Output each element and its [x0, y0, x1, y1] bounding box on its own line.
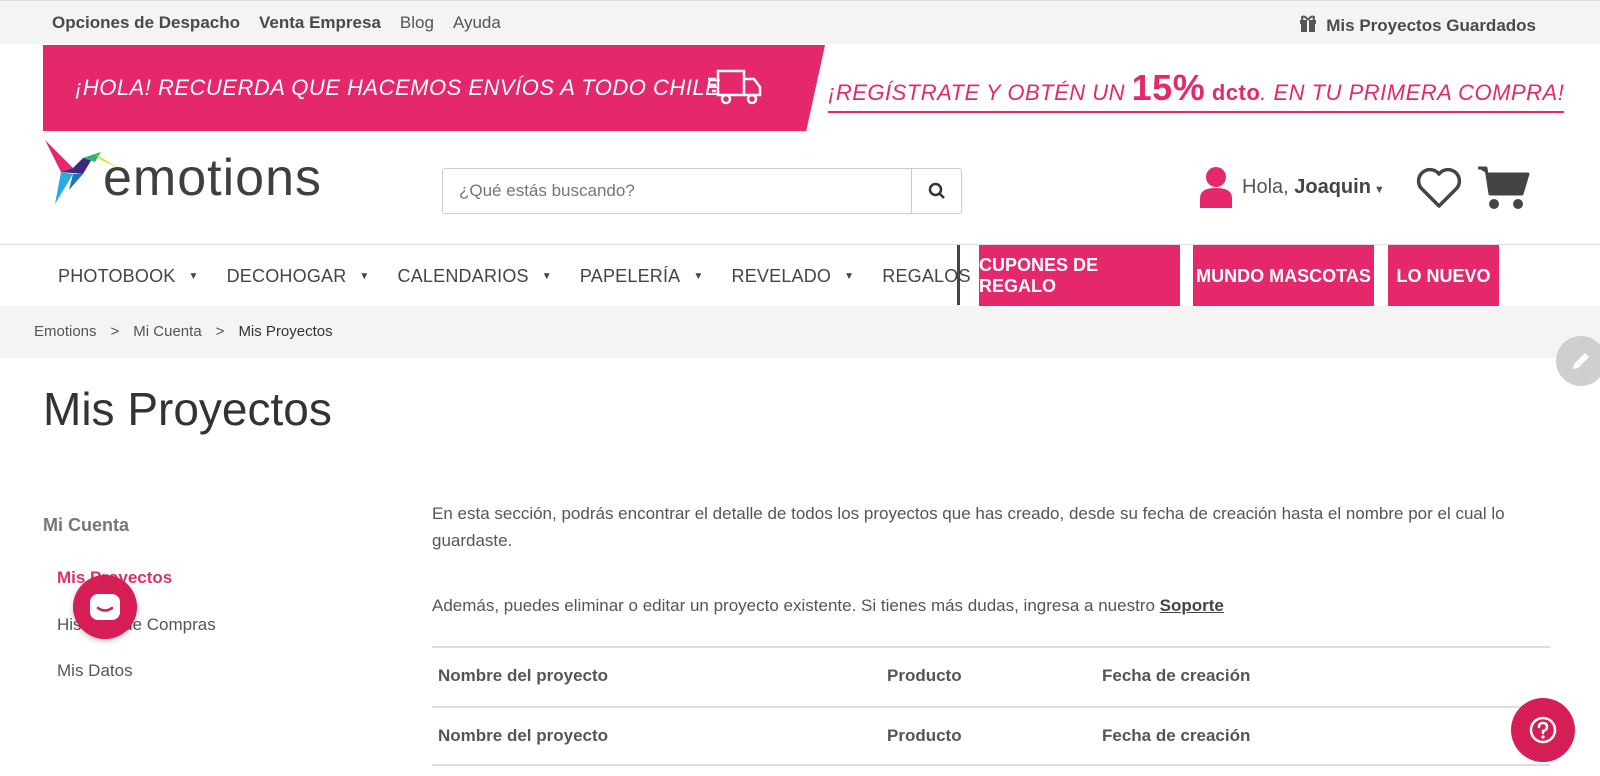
caret-down-icon: ▼ — [359, 271, 370, 282]
table-cell-nombre: Nombre del proyecto — [438, 726, 609, 745]
caret-down-icon: ▼ — [188, 271, 199, 282]
search-button[interactable] — [911, 169, 961, 213]
gift-icon — [1298, 13, 1318, 38]
emotions-logo[interactable]: emotions — [43, 138, 343, 208]
promo-banner[interactable]: ¡HOLA! RECUERDA QUE HACEMOS ENVÍOS A TOD… — [43, 45, 1565, 131]
wishlist-button[interactable] — [1415, 166, 1463, 215]
nav-cupones-de-regalo[interactable]: CUPONES DE REGALO — [979, 245, 1180, 307]
column-header-fecha[interactable]: Fecha de creación — [1102, 666, 1250, 686]
sidebar-item-mis-datos[interactable]: Mis Datos — [57, 661, 133, 681]
link-blog[interactable]: Blog — [400, 13, 434, 33]
nav-label: PAPELERÍA — [579, 266, 681, 286]
sidebar-heading: Mi Cuenta — [43, 515, 130, 535]
page-title: Mis Proyectos — [43, 383, 332, 435]
nav-label: DECOHOGAR — [226, 266, 347, 286]
promo-register-post: . EN TU PRIMERA COMPRA! — [1260, 80, 1565, 105]
nav-lo-nuevo[interactable]: LO NUEVO — [1388, 245, 1499, 307]
user-name: Joaquin — [1294, 175, 1371, 198]
nav-items: PHOTOBOOK ▼ DECOHOGAR ▼ CALENDARIOS ▼ PAPEL… — [58, 266, 1022, 287]
link-opciones-despacho[interactable]: Opciones de Despacho — [52, 13, 240, 33]
breadcrumb-emotions[interactable]: Emotions — [34, 323, 97, 340]
cart-button[interactable] — [1476, 164, 1532, 217]
cart-icon — [1478, 166, 1530, 209]
saved-projects-label: Mis Proyectos Guardados — [1326, 15, 1536, 35]
chat-icon — [90, 594, 120, 620]
account-sidebar: Mi Cuenta Mis Proyectos Historial de Com… — [43, 515, 216, 680]
nav-label: PHOTOBOOK — [58, 266, 176, 286]
search-icon — [928, 182, 945, 199]
table-header-row: Nombre del proyecto Producto Fecha de cr… — [432, 646, 1550, 706]
nav-mundo-mascotas[interactable]: MUNDO MASCOTAS — [1193, 245, 1374, 307]
chat-button[interactable] — [73, 575, 137, 639]
promo-shipping: ¡HOLA! RECUERDA QUE HACEMOS ENVÍOS A TOD… — [43, 45, 825, 131]
table-cell-producto: Producto — [887, 726, 962, 745]
projects-description: En esta sección, podrás encontrar el det… — [432, 500, 1550, 615]
search-bar — [442, 168, 962, 214]
breadcrumb-separator: > — [215, 323, 225, 340]
nav-photobook[interactable]: PHOTOBOOK ▼ — [58, 266, 199, 287]
nav-decohogar[interactable]: DECOHOGAR ▼ — [227, 266, 370, 287]
description-paragraph: En esta sección, podrás encontrar el det… — [432, 504, 1505, 550]
logo-text: emotions — [103, 149, 322, 207]
promo-dcto: dcto — [1205, 80, 1261, 105]
nav-papeleria[interactable]: PAPELERÍA ▼ — [580, 266, 704, 287]
breadcrumb: Emotions > Mi Cuenta > Mis Proyectos — [0, 306, 1600, 358]
help-icon — [1529, 716, 1557, 744]
column-header-producto[interactable]: Producto — [887, 666, 962, 686]
promo-shipping-text: ¡HOLA! RECUERDA QUE HACEMOS ENVÍOS A TOD… — [75, 75, 721, 100]
truck-icon — [708, 67, 762, 112]
pencil-icon — [1573, 353, 1589, 369]
projects-table: Nombre del proyecto Producto Fecha de cr… — [432, 646, 1550, 766]
promo-register[interactable]: ¡REGÍSTRATE Y OBTÉN UN 15% dcto. EN TU P… — [828, 67, 1565, 113]
nav-calendarios[interactable]: CALENDARIOS ▼ — [398, 266, 552, 287]
nav-divider — [957, 245, 960, 305]
main-nav: PHOTOBOOK ▼ DECOHOGAR ▼ CALENDARIOS ▼ PAPEL… — [0, 244, 1600, 307]
caret-down-icon: ▼ — [844, 271, 855, 282]
search-input[interactable] — [443, 169, 911, 213]
user-greeting: Hola, — [1242, 175, 1295, 198]
nav-label: REVELADO — [731, 266, 832, 286]
nav-regalos[interactable]: REGALOS▼ — [882, 266, 994, 287]
user-menu[interactable]: Hola, Joaquin ▼ — [1198, 166, 1385, 208]
link-ayuda[interactable]: Ayuda — [453, 13, 501, 33]
column-header-nombre[interactable]: Nombre del proyecto — [438, 666, 608, 686]
link-venta-empresa[interactable]: Venta Empresa — [259, 13, 381, 33]
nav-revelado[interactable]: REVELADO ▼ — [732, 266, 855, 287]
help-button[interactable] — [1511, 698, 1575, 762]
table-cell-fecha: Fecha de creación — [1102, 726, 1251, 745]
heart-icon — [1416, 167, 1462, 208]
description-paragraph-support: Además, puedes eliminar o editar un proy… — [432, 592, 1224, 619]
top-bar: Opciones de Despacho Venta Empresa Blog … — [0, 0, 1600, 44]
user-icon — [1200, 167, 1232, 208]
table-row: Nombre del proyecto Producto Fecha de cr… — [432, 706, 1550, 766]
promo-register-pre: ¡REGÍSTRATE Y OBTÉN UN — [828, 80, 1132, 105]
breadcrumb-current: Mis Proyectos — [238, 323, 333, 340]
top-links: Opciones de Despacho Venta Empresa Blog … — [52, 13, 501, 33]
nav-label: CALENDARIOS — [397, 266, 529, 286]
breadcrumb-mi-cuenta[interactable]: Mi Cuenta — [133, 323, 201, 340]
edit-floating-button[interactable] — [1556, 336, 1600, 386]
promo-percent: 15% — [1131, 67, 1206, 108]
caret-down-icon: ▼ — [541, 271, 552, 282]
breadcrumb-separator: > — [110, 323, 120, 340]
saved-projects-link[interactable]: Mis Proyectos Guardados — [1298, 13, 1536, 38]
chevron-down-icon: ▼ — [1373, 183, 1385, 196]
caret-down-icon: ▼ — [693, 271, 704, 282]
support-text: Además, puedes eliminar o editar un proy… — [432, 596, 1160, 615]
support-link[interactable]: Soporte — [1160, 596, 1224, 615]
